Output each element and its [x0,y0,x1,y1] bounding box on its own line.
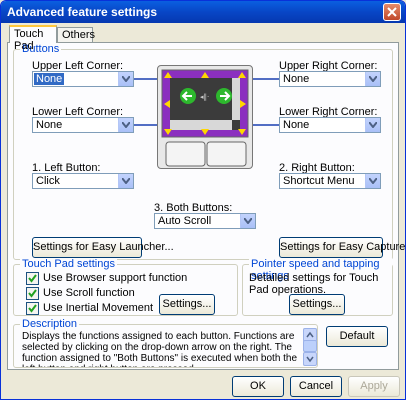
check-icon [28,304,37,313]
touchpad-settings-group: Touch Pad settings Use Browser support f… [13,258,238,316]
window-title: Advanced feature settings [7,5,158,19]
check-icon [28,289,37,298]
pointer-settings-group: Pointer speed and tapping settings Detai… [242,258,393,316]
description-scrollbar[interactable] [303,328,317,366]
buttons-group: Buttons Upper Left Corner: None Upper Ri… [13,43,405,260]
touchpad-settings-title: Touch Pad settings [20,258,117,270]
cancel-button[interactable]: Cancel [290,376,342,397]
check-icon [28,274,37,283]
pointer-settings-text: Detailed settings for Touch Pad operatio… [249,272,379,296]
apply-button[interactable]: Apply [348,376,400,397]
close-button[interactable] [383,3,401,21]
tab-others[interactable]: Others [57,27,95,42]
title-bar[interactable]: Advanced feature settings [1,1,405,23]
default-button[interactable]: Default [326,326,388,347]
svg-text:◂‖·: ◂‖· [200,93,209,101]
browser-support-checkbox[interactable] [26,272,39,285]
easy-capture-button[interactable]: Settings for Easy Capture... [279,237,405,258]
inertial-movement-checkbox[interactable] [26,302,39,315]
both-buttons-select[interactable]: Auto Scroll [154,213,256,229]
touchpad-graphic: ◂‖· [161,69,249,167]
description-title: Description [20,318,80,330]
chevron-down-icon[interactable] [118,174,133,188]
dialog-window: Advanced feature settings Touch Pad Othe… [0,0,406,400]
touchpad-illustration: ◂‖· [157,65,253,169]
right-button-select[interactable]: Shortcut Menu [279,173,381,189]
pointer-settings-button[interactable]: Settings... [289,294,345,315]
inertial-movement-label: Use Inertial Movement [43,302,154,314]
tab-panel: Buttons Upper Left Corner: None Upper Ri… [7,42,405,370]
tab-touch-pad[interactable]: Touch Pad [9,25,57,52]
scroll-function-label: Use Scroll function [43,287,135,299]
scroll-thumb[interactable] [303,340,317,352]
description-text: Displays the functions assigned to each … [22,331,298,367]
touchpad-settings-button[interactable]: Settings... [159,294,215,315]
ok-button[interactable]: OK [232,376,284,397]
scroll-function-checkbox[interactable] [26,287,39,300]
easy-launcher-button[interactable]: Settings for Easy Launcher... [32,237,174,258]
chevron-down-icon[interactable] [240,214,255,228]
browser-support-label: Use Browser support function [43,272,188,284]
description-group: Description Displays the functions assig… [13,318,318,368]
chevron-down-icon [306,356,314,363]
scroll-down-button[interactable] [303,352,317,366]
chevron-down-icon[interactable] [365,174,380,188]
left-button-select[interactable]: Click [32,173,134,189]
close-icon [387,7,397,17]
